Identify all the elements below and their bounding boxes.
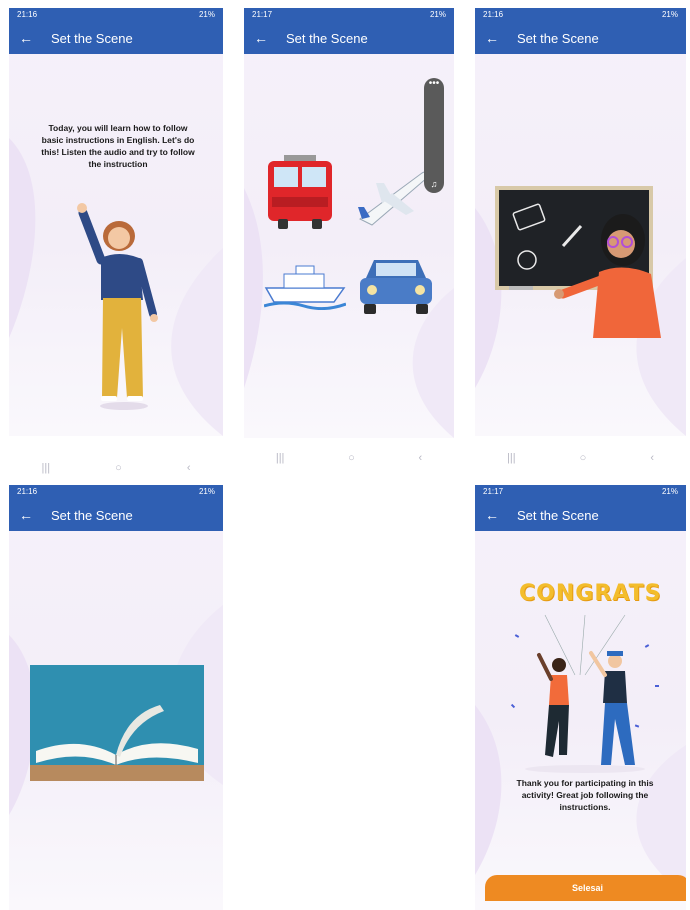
waving-woman-illustration bbox=[77, 203, 158, 410]
status-time: 21:17 bbox=[252, 10, 273, 19]
system-nav-bar: ||| ○ ‹ bbox=[9, 456, 223, 480]
recents-button[interactable]: ||| bbox=[42, 462, 51, 474]
screen-teacher: 21:16 21% ← Set the Scene bbox=[475, 8, 686, 436]
celebration-illustration bbox=[510, 614, 659, 773]
system-nav-bar: ||| ○ ‹ bbox=[475, 446, 686, 470]
home-button[interactable]: ○ bbox=[348, 452, 355, 464]
app-bar: ← Set the Scene bbox=[9, 499, 223, 531]
recents-button[interactable]: ||| bbox=[507, 452, 516, 464]
screen-intro: 21:16 21% ← Set the Scene Today, you wil… bbox=[9, 8, 223, 436]
thank-you-text: Thank you for participating in this acti… bbox=[516, 778, 654, 812]
open-book-image[interactable] bbox=[30, 665, 204, 781]
audio-floating-panel[interactable]: ••• ♫ bbox=[424, 78, 444, 193]
back-nav-button[interactable]: ‹ bbox=[187, 462, 191, 474]
status-battery: 21% bbox=[429, 10, 446, 19]
page-title: Set the Scene bbox=[286, 30, 368, 46]
system-nav-bar: ||| ○ ‹ bbox=[244, 446, 454, 470]
finish-button[interactable]: Selesai bbox=[485, 875, 686, 901]
status-bar: 21:16 21% bbox=[9, 485, 223, 499]
page-title: Set the Scene bbox=[51, 507, 133, 523]
back-arrow-icon[interactable]: ← bbox=[19, 507, 41, 523]
status-bar: 21:17 21% bbox=[244, 8, 454, 22]
teacher-chalkboard-illustration bbox=[495, 186, 661, 338]
status-time: 21:16 bbox=[17, 487, 38, 496]
back-nav-button[interactable]: ‹ bbox=[418, 452, 422, 464]
status-battery: 21% bbox=[198, 487, 215, 496]
home-button[interactable]: ○ bbox=[580, 452, 587, 464]
car-image[interactable] bbox=[356, 252, 436, 318]
back-arrow-icon[interactable]: ← bbox=[254, 30, 276, 46]
ship-image[interactable] bbox=[264, 260, 346, 310]
home-button[interactable]: ○ bbox=[115, 462, 122, 474]
back-nav-button[interactable]: ‹ bbox=[650, 452, 654, 464]
screen-congrats: 21:17 21% ← Set the Scene CONGRATS Thank… bbox=[475, 485, 686, 910]
screen-vehicles: 21:17 21% ← Set the Scene ••• ♫ bbox=[244, 8, 454, 438]
fire-truck-image[interactable] bbox=[262, 153, 342, 233]
recents-button[interactable]: ||| bbox=[276, 452, 285, 464]
app-bar: ← Set the Scene bbox=[244, 22, 454, 54]
music-note-icon[interactable]: ♫ bbox=[424, 179, 444, 189]
more-dots-icon[interactable]: ••• bbox=[424, 78, 444, 90]
screen-book: 21:16 21% ← Set the Scene bbox=[9, 485, 223, 910]
